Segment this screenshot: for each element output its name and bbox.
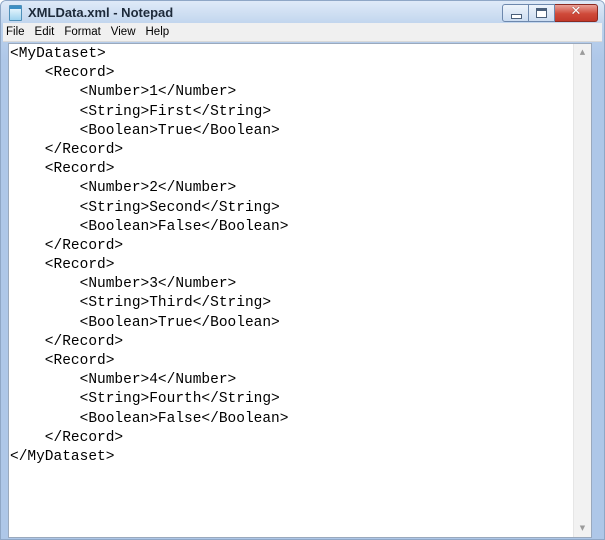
window-title: XMLData.xml - Notepad: [28, 5, 174, 20]
editor-line: <MyDataset>: [10, 46, 106, 62]
minimize-icon: [511, 14, 522, 19]
editor-line: <Boolean>True</Boolean>: [10, 122, 280, 139]
close-button[interactable]: ✕: [555, 4, 598, 22]
editor-line: <String>Second</String>: [10, 199, 280, 216]
caption-buttons: ✕: [502, 4, 598, 22]
editor-line: </Record>: [10, 429, 124, 446]
maximize-icon: [536, 8, 547, 18]
editor-line: <Number>3</Number>: [10, 276, 237, 293]
editor-line: <Number>2</Number>: [10, 180, 237, 197]
editor-line: <Record>: [10, 161, 115, 178]
menu-view[interactable]: View: [106, 23, 141, 41]
editor-line: </Record>: [10, 237, 124, 254]
text-editor[interactable]: <MyDataset> <Record> <Number>1</Number> …: [8, 43, 592, 538]
menu-edit[interactable]: Edit: [30, 23, 60, 41]
editor-line: <Boolean>False</Boolean>: [10, 410, 289, 427]
editor-line: <Record>: [10, 257, 115, 274]
maximize-button[interactable]: [529, 4, 555, 22]
editor-line: <Number>1</Number>: [10, 84, 237, 101]
minimize-button[interactable]: [502, 4, 529, 22]
editor-line: <String>First</String>: [10, 103, 272, 120]
editor-content[interactable]: <MyDataset> <Record> <Number>1</Number> …: [10, 45, 574, 537]
editor-line: <Number>4</Number>: [10, 372, 237, 389]
editor-line: <Boolean>False</Boolean>: [10, 218, 289, 235]
title-bar[interactable]: XMLData.xml - Notepad ✕: [1, 1, 604, 23]
menu-file[interactable]: File: [3, 23, 30, 41]
close-icon: ✕: [570, 4, 582, 19]
editor-line: </Record>: [10, 333, 124, 350]
editor-line: <Record>: [10, 65, 115, 82]
menu-help[interactable]: Help: [141, 23, 175, 41]
editor-line: <Record>: [10, 353, 115, 369]
vertical-scrollbar[interactable]: ▲ ▼: [573, 44, 591, 537]
menu-bar: File Edit Format View Help: [3, 23, 602, 42]
editor-line: </MyDataset>: [10, 448, 115, 465]
menu-format[interactable]: Format: [59, 23, 105, 41]
editor-line: <String>Fourth</String>: [10, 391, 280, 408]
notepad-icon[interactable]: [9, 5, 22, 21]
scroll-down-icon[interactable]: ▼: [574, 520, 591, 537]
notepad-window: XMLData.xml - Notepad ✕ File Edit Format…: [0, 0, 605, 540]
editor-line: <Boolean>True</Boolean>: [10, 314, 280, 331]
editor-line: <String>Third</String>: [10, 295, 272, 312]
editor-line: </Record>: [10, 141, 124, 158]
scroll-up-icon[interactable]: ▲: [574, 44, 591, 61]
